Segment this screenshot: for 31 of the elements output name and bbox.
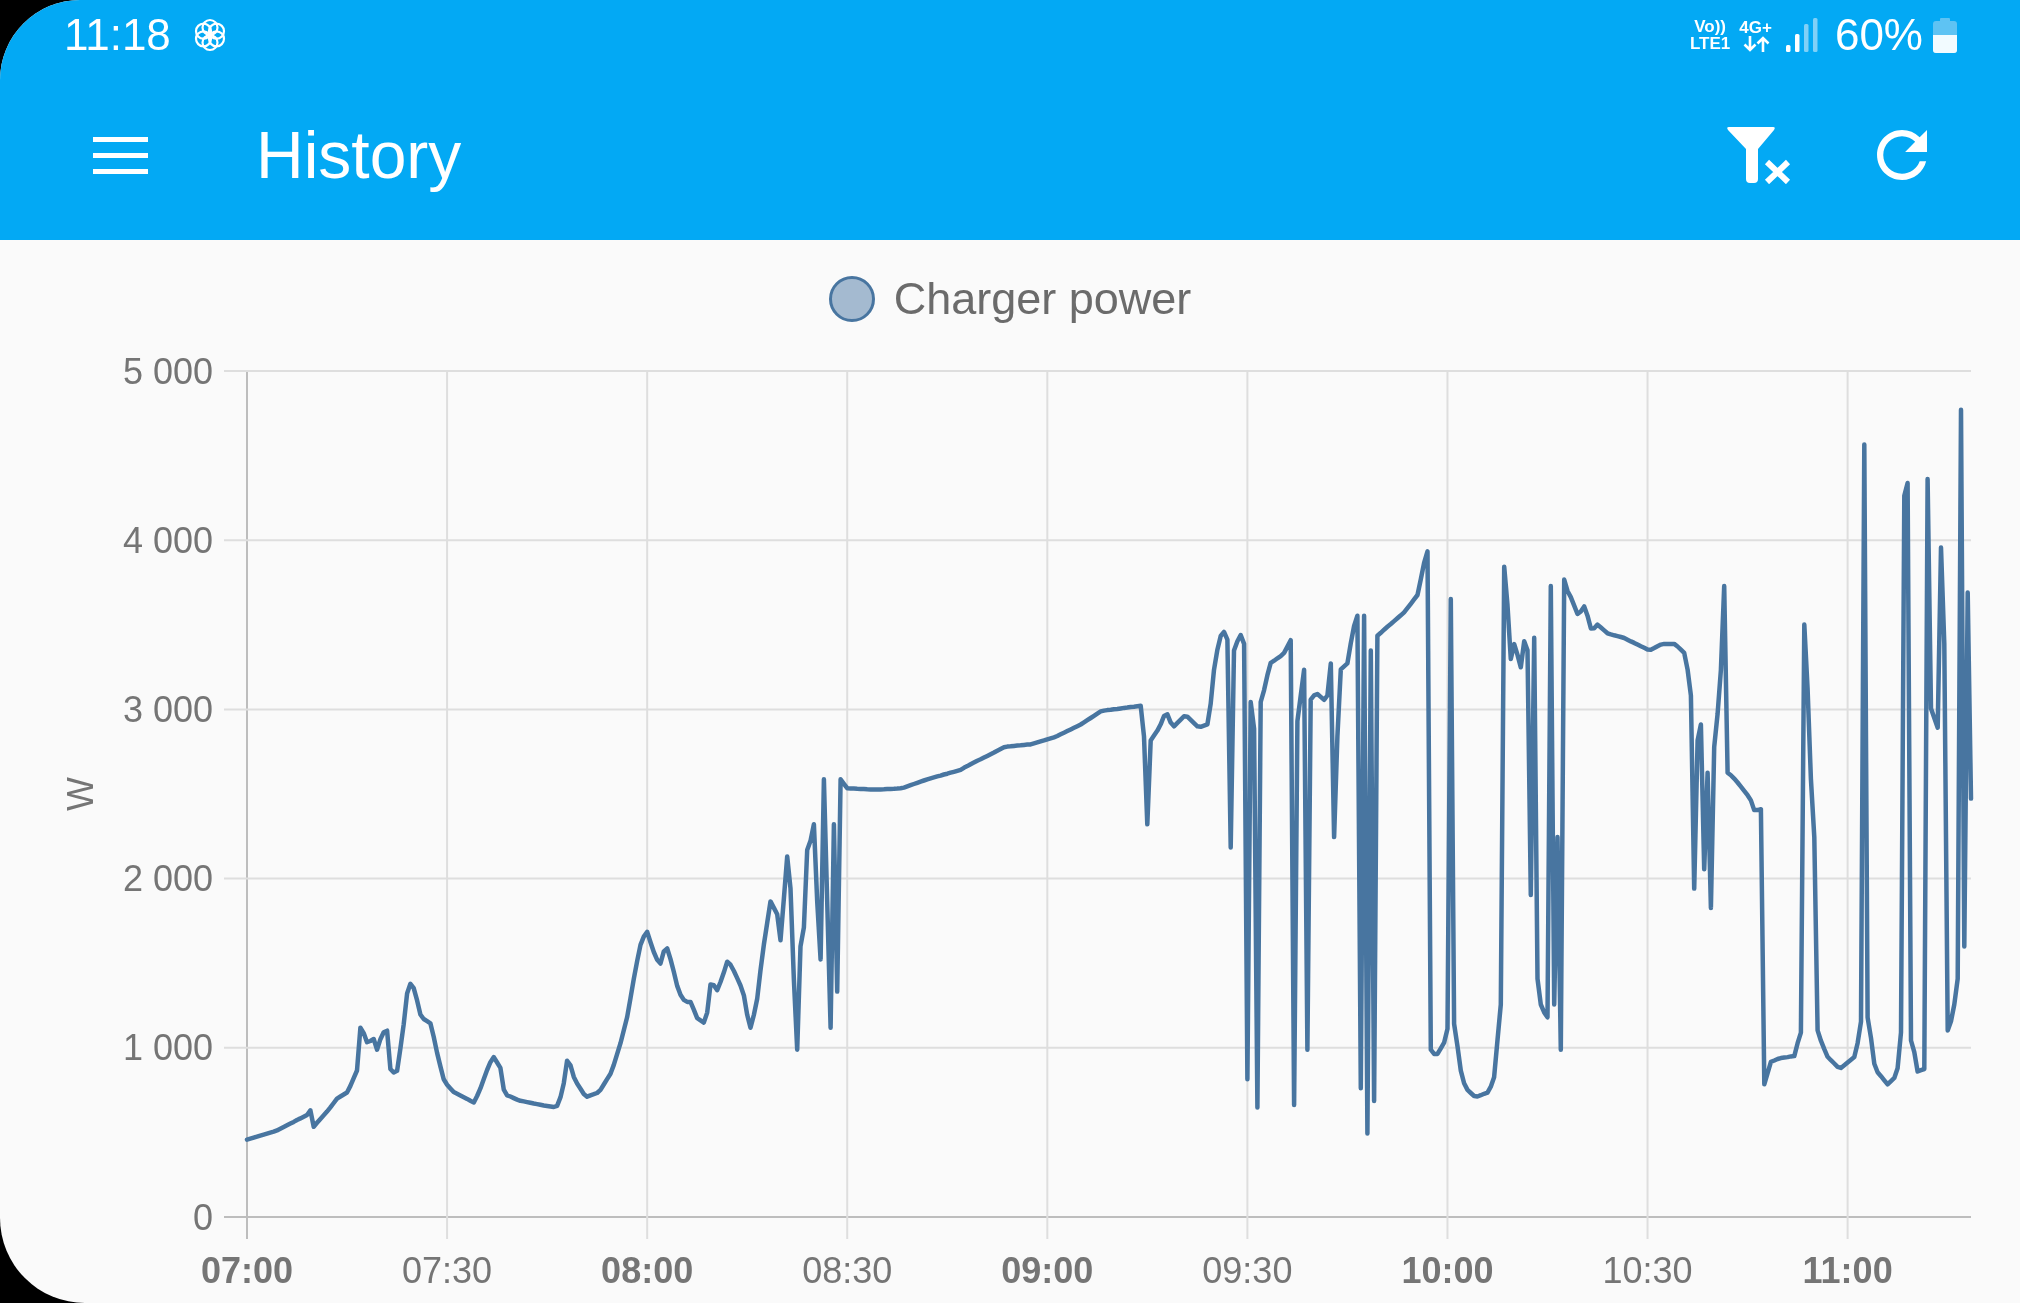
x-axis-label: 08:30 — [802, 1249, 893, 1291]
up-down-arrows-icon — [1741, 35, 1770, 52]
signal-icon — [1785, 18, 1819, 52]
network-type: 4G+ — [1739, 18, 1772, 36]
x-axis-label: 10:30 — [1602, 1249, 1693, 1291]
y-axis-label: 4 000 — [122, 519, 213, 561]
lte-label: LTE1 — [1690, 35, 1731, 52]
y-axis-title: W — [59, 777, 101, 811]
battery-percent: 60% — [1834, 13, 1923, 57]
status-time: 11:18 — [64, 13, 171, 57]
page-title: History — [256, 118, 462, 192]
x-axis-label: 09:00 — [1001, 1249, 1094, 1291]
menu-icon — [93, 136, 148, 174]
x-axis-label: 10:00 — [1401, 1249, 1494, 1291]
y-axis-label: 2 000 — [122, 858, 213, 900]
flower-icon — [192, 18, 227, 52]
y-axis-label: 3 000 — [122, 688, 213, 730]
y-axis-label: 5 000 — [122, 350, 213, 392]
legend-label: Charger power — [893, 274, 1192, 324]
refresh-icon — [1877, 130, 1927, 180]
legend-dot-icon — [828, 276, 875, 322]
x-axis-label: 07:00 — [200, 1249, 294, 1291]
battery-icon — [1933, 17, 1957, 53]
volte-label: Vo)) — [1694, 18, 1727, 35]
y-axis-label: 1 000 — [122, 1027, 213, 1069]
x-axis-label: 09:30 — [1202, 1249, 1293, 1291]
x-axis-label: 11:00 — [1802, 1249, 1893, 1291]
y-axis-label: 0 — [192, 1196, 213, 1238]
clear-filter-icon — [1727, 126, 1791, 184]
x-axis-label: 07:30 — [402, 1249, 493, 1291]
x-axis-label: 08:00 — [601, 1249, 694, 1291]
